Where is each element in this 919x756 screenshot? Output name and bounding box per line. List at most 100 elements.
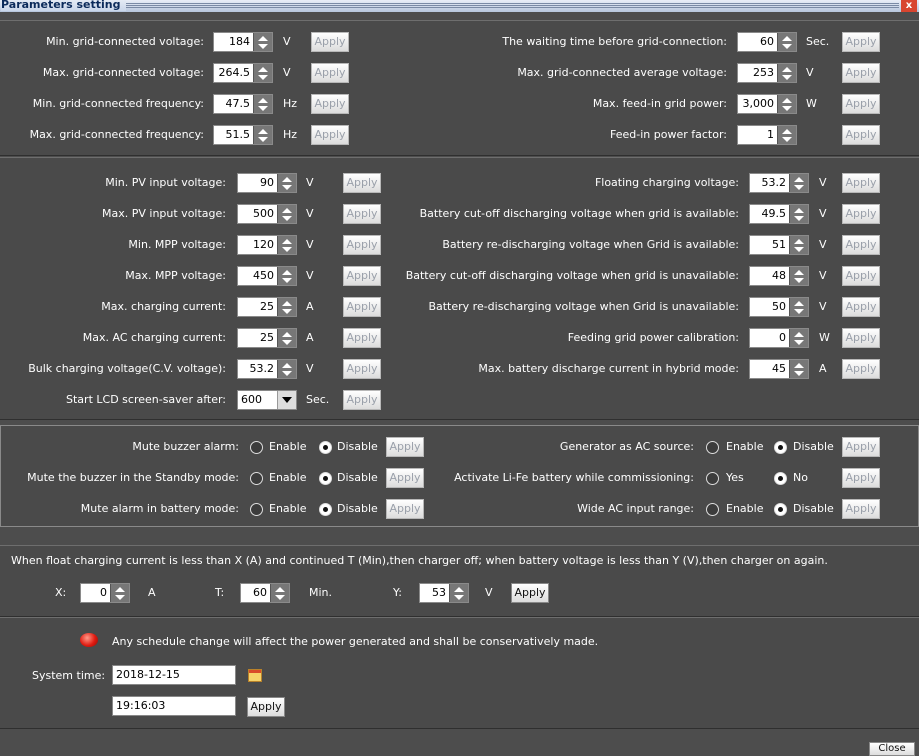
apply-button[interactable]: Apply [842, 359, 880, 379]
battery-cutoff-grid-available-stepper[interactable]: 49.5 [749, 204, 809, 224]
spin-arrows-icon[interactable] [789, 205, 808, 223]
setting-label: Feeding grid power calibration: [567, 331, 739, 344]
generator-ac-source-row: Generator as AC source: Enable Disable A… [1, 436, 919, 458]
apply-time-button[interactable]: Apply [247, 697, 285, 717]
enable-radio[interactable] [706, 441, 719, 454]
system-date-row: System time: 2018-12-15 [0, 665, 919, 687]
max-battery-discharge-current-stepper[interactable]: 45 [749, 359, 809, 379]
stepper-value: 1 [767, 128, 774, 141]
setting-label: Generator as AC source: [559, 440, 694, 453]
feed-in-power-factor-stepper[interactable]: 1 [737, 125, 797, 145]
lcd-screensaver-select[interactable]: 600 [237, 390, 297, 410]
spin-arrows-icon[interactable] [110, 584, 129, 602]
setting-label: The waiting time before grid-connection: [502, 35, 727, 48]
apply-button[interactable]: Apply [842, 328, 880, 348]
y-label: Y: [393, 586, 402, 599]
setting-label: Wide AC input range: [577, 502, 694, 515]
unit-label: V [806, 66, 814, 79]
battery-redischarge-grid-available-row: Battery re-discharging voltage when Grid… [0, 234, 919, 256]
battery-cutoff-grid-unavailable-stepper[interactable]: 48 [749, 266, 809, 286]
float-charging-description: When float charging current is less than… [11, 554, 828, 567]
battery-redischarge-grid-unavailable-stepper[interactable]: 50 [749, 297, 809, 317]
grid-wait-time-stepper[interactable]: 60 [737, 32, 797, 52]
radio-label: Disable [793, 440, 834, 453]
wide-ac-input-row: Wide AC input range: Enable Disable Appl… [1, 498, 919, 520]
spin-arrows-icon[interactable] [270, 584, 289, 602]
unit-label: Sec. [306, 393, 330, 406]
unit-label: W [819, 331, 830, 344]
apply-button[interactable]: Apply [842, 468, 880, 488]
pv-battery-settings-panel: Min. PV input voltage: 90 V Apply Max. P… [0, 157, 919, 420]
lcd-screensaver-row: Start LCD screen-saver after: 600 Sec. A… [0, 389, 919, 411]
apply-button[interactable]: Apply [842, 32, 880, 52]
spin-arrows-icon[interactable] [789, 360, 808, 378]
setting-label: Activate Li-Fe battery while commissioni… [454, 471, 694, 484]
apply-button[interactable]: Apply [842, 125, 880, 145]
radio-label: Disable [793, 502, 834, 515]
feeding-grid-calibration-row: Feeding grid power calibration: 0 W Appl… [0, 327, 919, 349]
spin-arrows-icon[interactable] [777, 64, 796, 82]
chevron-down-icon[interactable] [277, 391, 296, 409]
setting-label: Max. grid-connected average voltage: [517, 66, 727, 79]
apply-button[interactable]: Apply [842, 499, 880, 519]
spin-arrows-icon[interactable] [777, 95, 796, 113]
close-button[interactable]: Close [869, 742, 915, 756]
setting-label: Start LCD screen-saver after: [66, 393, 226, 406]
stepper-value: 48 [772, 269, 786, 282]
max-battery-discharge-current-row: Max. battery discharge current in hybrid… [0, 358, 919, 380]
spin-arrows-icon[interactable] [789, 267, 808, 285]
apply-button[interactable]: Apply [842, 437, 880, 457]
time-field[interactable]: 19:16:03 [112, 696, 236, 716]
battery-cutoff-grid-available-row: Battery cut-off discharging voltage when… [0, 203, 919, 225]
spin-arrows-icon[interactable] [449, 584, 468, 602]
grid-settings-panel: Min. grid-connected voltage: 184 V Apply… [0, 20, 919, 156]
calendar-icon[interactable] [248, 669, 262, 682]
apply-button[interactable]: Apply [511, 583, 549, 603]
no-radio[interactable] [774, 472, 787, 485]
unit-label: V [819, 300, 827, 313]
max-feed-in-power-stepper[interactable]: 3,000 [737, 94, 797, 114]
setting-label: Floating charging voltage: [594, 176, 739, 189]
date-field[interactable]: 2018-12-15 [112, 665, 236, 685]
setting-label: Battery cut-off discharging voltage when… [419, 207, 739, 220]
spin-arrows-icon[interactable] [777, 33, 796, 51]
radio-label: Enable [726, 502, 764, 515]
x-stepper[interactable]: 0 [80, 583, 130, 603]
apply-button[interactable]: Apply [842, 235, 880, 255]
apply-button[interactable]: Apply [842, 63, 880, 83]
spin-arrows-icon[interactable] [789, 236, 808, 254]
apply-button[interactable]: Apply [842, 297, 880, 317]
disable-radio[interactable] [774, 503, 787, 516]
unit-label: A [148, 586, 156, 599]
options-panel: Mute buzzer alarm: Enable Disable Apply … [0, 425, 919, 527]
y-stepper[interactable]: 53 [419, 583, 469, 603]
apply-button[interactable]: Apply [842, 266, 880, 286]
spin-arrows-icon[interactable] [777, 126, 796, 144]
feed-in-power-factor-row: Feed-in power factor: 1 Apply [0, 124, 919, 146]
unit-label: A [819, 362, 827, 375]
system-time-label: System time: [32, 669, 106, 682]
yes-radio[interactable] [706, 472, 719, 485]
window-title: Parameters setting [1, 0, 127, 11]
spin-arrows-icon[interactable] [789, 329, 808, 347]
floating-charging-voltage-stepper[interactable]: 53.2 [749, 173, 809, 193]
spin-arrows-icon[interactable] [789, 298, 808, 316]
spin-arrows-icon[interactable] [789, 174, 808, 192]
max-grid-avg-voltage-stepper[interactable]: 253 [737, 63, 797, 83]
close-window-icon[interactable]: x [901, 0, 917, 12]
enable-radio[interactable] [706, 503, 719, 516]
feeding-grid-calibration-stepper[interactable]: 0 [749, 328, 809, 348]
apply-button[interactable]: Apply [842, 204, 880, 224]
disable-radio[interactable] [774, 441, 787, 454]
radio-label: No [793, 471, 808, 484]
apply-button[interactable]: Apply [842, 94, 880, 114]
stepper-value: 3,000 [742, 97, 775, 110]
battery-redischarge-grid-available-stepper[interactable]: 51 [749, 235, 809, 255]
apply-button[interactable]: Apply [842, 173, 880, 193]
t-stepper[interactable]: 60 [240, 583, 290, 603]
x-label: X: [55, 586, 67, 599]
select-value: 600 [241, 393, 262, 406]
apply-button[interactable]: Apply [343, 390, 381, 410]
li-fe-commissioning-row: Activate Li-Fe battery while commissioni… [1, 467, 919, 489]
max-grid-avg-voltage-row: Max. grid-connected average voltage: 253… [0, 62, 919, 84]
